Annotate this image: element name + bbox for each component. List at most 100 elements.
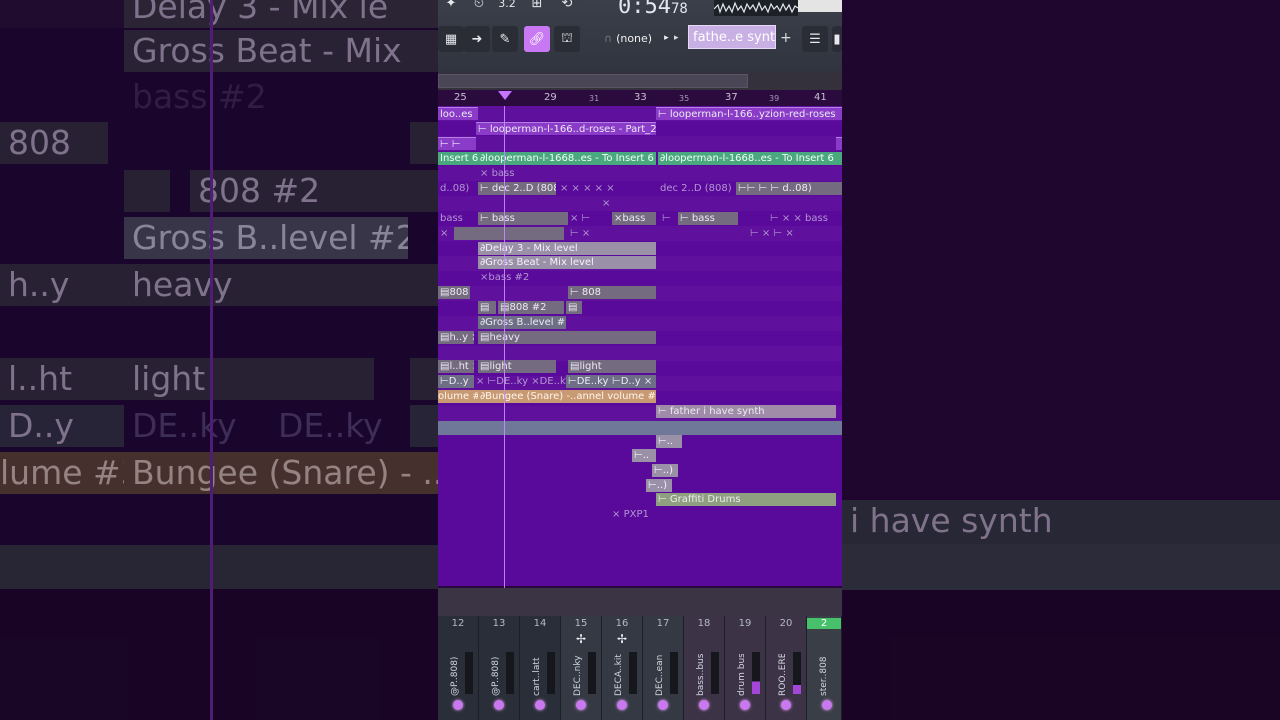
clip-insert6[interactable]: Insert 6 (438, 152, 478, 165)
mixer-channel-20[interactable]: 20 ROO..ERB (766, 616, 807, 720)
clip-d08-a[interactable]: d..08) (438, 182, 478, 195)
clip-hy[interactable]: ▤h..y × (438, 331, 474, 344)
clip-deky-ghost[interactable]: × ⊢DE..ky ×DE..ky (474, 375, 566, 388)
draw-tool-icon[interactable]: ✎ (492, 26, 518, 52)
pattern-selector[interactable]: ∩ (none) ▸ (604, 26, 669, 50)
clip-small-a[interactable]: ⊢ ⊢ (438, 137, 476, 150)
clip-808-a[interactable]: ▤808 (438, 286, 470, 299)
clip-dy-a[interactable]: ⊢D..y (438, 375, 474, 388)
clip-to-insert6-b[interactable]: ∂looperman-l-1668..es - To Insert 6 (658, 152, 842, 165)
mixer-channel-14[interactable]: 14 cart..latt (520, 616, 561, 720)
clip-label: looperman-l-1668..es - To Insert 6 (665, 153, 834, 164)
piano-roll-icon[interactable]: ▦ (438, 26, 464, 52)
mixer-channel-13[interactable]: 13 @P..808) (479, 616, 520, 720)
clip-light-b[interactable]: ▤light (568, 360, 656, 373)
clip-bass-arrow[interactable]: ⊢ (660, 212, 676, 225)
playhead-line[interactable] (504, 106, 505, 588)
mixer-send-knob[interactable] (453, 700, 463, 710)
mixer-send-knob[interactable] (535, 700, 545, 710)
clip-grossb-level2[interactable]: ∂Gross B..level #2 (478, 316, 566, 329)
mixer-send-knob[interactable] (740, 700, 750, 710)
metronome-icon[interactable]: ⏲ (466, 0, 492, 14)
mixer-fx-icon: ✢ (575, 632, 587, 646)
mixer-send-knob[interactable] (699, 700, 709, 710)
clip-label: D..y (448, 376, 469, 387)
mixer-channel-19[interactable]: 19 drum bus (725, 616, 766, 720)
playhead-marker-icon[interactable] (498, 91, 512, 100)
clip-label: olume #3 (438, 391, 478, 402)
clip-small-f[interactable]: ⊢..) (646, 479, 672, 492)
arrow-tool-icon[interactable]: ➜ (464, 26, 490, 52)
clip-light-a[interactable]: ▤light (478, 360, 556, 373)
clip-bass-e[interactable]: ⊢ × × bass (768, 212, 842, 225)
clip-row10-c[interactable]: ⊢ × (568, 227, 628, 240)
mixer-send-knob[interactable] (576, 700, 586, 710)
clip-bass-d[interactable]: ⊢ bass (678, 212, 738, 225)
clip-label: looperman-l-166..yzion-red-roses (669, 109, 836, 120)
clip-bass-ghost[interactable]: × bass (478, 167, 538, 180)
clip-row10-b[interactable] (454, 227, 564, 240)
clip-bass2[interactable]: ×bass #2 (478, 271, 558, 284)
clip-small-e[interactable]: ⊢..) (652, 464, 678, 477)
clip-deky-b[interactable]: ⊢DE..ky (566, 375, 610, 388)
mixer-send-knob[interactable] (822, 700, 832, 710)
clip-small-d[interactable]: ⊢.. (632, 449, 656, 462)
stamp-tool-icon[interactable]: ⛫ (554, 26, 580, 52)
clip-label: looperman-l-166..d-roses - Part_2 (489, 124, 656, 135)
channel-name-box[interactable]: fathe..e synth (688, 25, 776, 49)
mixer-send-knob[interactable] (494, 700, 504, 710)
clip-bass-a[interactable]: bass (438, 212, 478, 225)
clip-808-b[interactable]: ⊢ 808 (568, 286, 656, 299)
clip-yzion-roses[interactable]: ⊢ looperman-l-166..yzion-red-roses (656, 107, 842, 120)
link-tool-icon[interactable]: 🔗︎ (524, 26, 550, 52)
mixer-view-icon[interactable]: ☰ (802, 26, 828, 52)
mixer-send-knob[interactable] (617, 700, 627, 710)
clip-d08-b[interactable]: ⊢⊢ ⊢ ⊢ d..08) (736, 182, 842, 195)
clip-lht[interactable]: ▤l..ht × (438, 360, 474, 373)
tool-snap-icon[interactable]: ✦ (438, 0, 464, 14)
mixer-channel-18[interactable]: 18 bass..bus (684, 616, 725, 720)
browser-view-icon[interactable]: ▮ (832, 26, 842, 52)
mixer-send-knob[interactable] (658, 700, 668, 710)
clip-label: father i have synth (669, 406, 765, 417)
mixer-channel-15[interactable]: 15 ✢ DEC..nky (561, 616, 602, 720)
clip-808-2[interactable]: ▤808 #2 (498, 301, 564, 314)
mixer-channel-16[interactable]: 16 ✢ DECA..kit (602, 616, 643, 720)
mixer-channel-name: bass..bus (696, 654, 706, 696)
clip-808-2-icon[interactable]: ▤ (478, 301, 496, 314)
mixer-channel-name: ster..808 (819, 656, 829, 696)
clip-bass-c[interactable]: ×bass (612, 212, 656, 225)
bar-label-31: 31 (589, 94, 600, 103)
clip-mute-row[interactable]: × × × × × (558, 182, 658, 195)
clip-808-2-b[interactable]: ▤ (566, 301, 582, 314)
bar-label-41: 41 (814, 92, 827, 103)
clip-volume3[interactable]: olume #3 (438, 390, 478, 403)
mixer-channel-12[interactable]: 12 @P..808) (438, 616, 479, 720)
clip-roses-part2[interactable]: ⊢ looperman-l-166..d-roses - Part_2 (476, 122, 656, 135)
clip-loo-es[interactable]: loo..es (438, 107, 478, 120)
clip-bass-b[interactable]: ⊢ bass (478, 212, 568, 225)
scrollbar-thumb[interactable] (438, 74, 748, 88)
channel-prev-icon[interactable]: ▸ (674, 26, 688, 50)
mixer-send-knob[interactable] (781, 700, 791, 710)
clip-father-synth[interactable]: ⊢ father i have synth (656, 405, 836, 418)
channel-prev-glyph: ▸ (674, 33, 679, 43)
loop-record-icon[interactable]: ⟲ (554, 0, 580, 14)
clip-graffiti-drums[interactable]: ⊢ Graffiti Drums (656, 493, 836, 506)
mixer-channel-17[interactable]: 17 DEC..ean (643, 616, 684, 720)
record-mode-icon[interactable]: ⊞ (524, 0, 550, 14)
clip-pxp1[interactable]: × PXP1 (610, 508, 670, 521)
clip-dec2-808-ghost[interactable]: dec 2..D (808) (658, 182, 734, 195)
clip-dec2-808[interactable]: ⊢ dec 2..D (808) (478, 182, 556, 195)
clip-dy-b[interactable]: ⊢D..y × (610, 375, 656, 388)
clip-small-c[interactable]: ⊢.. (656, 435, 682, 448)
clip-row10-d[interactable]: ⊢ × ⊢ × (748, 227, 842, 240)
tempo-display[interactable]: 3.2 (494, 0, 520, 14)
clip-bass-x[interactable]: × ⊢ (568, 212, 612, 225)
clip-x-single[interactable]: × (600, 197, 614, 210)
add-channel-icon[interactable]: + (780, 26, 792, 50)
selected-track-row[interactable] (438, 421, 842, 435)
song-time-display[interactable]: 0:5478 (618, 0, 688, 19)
clip-small-b[interactable] (836, 137, 842, 150)
mixer-channel-21[interactable]: 2 ster..808 (807, 616, 842, 720)
